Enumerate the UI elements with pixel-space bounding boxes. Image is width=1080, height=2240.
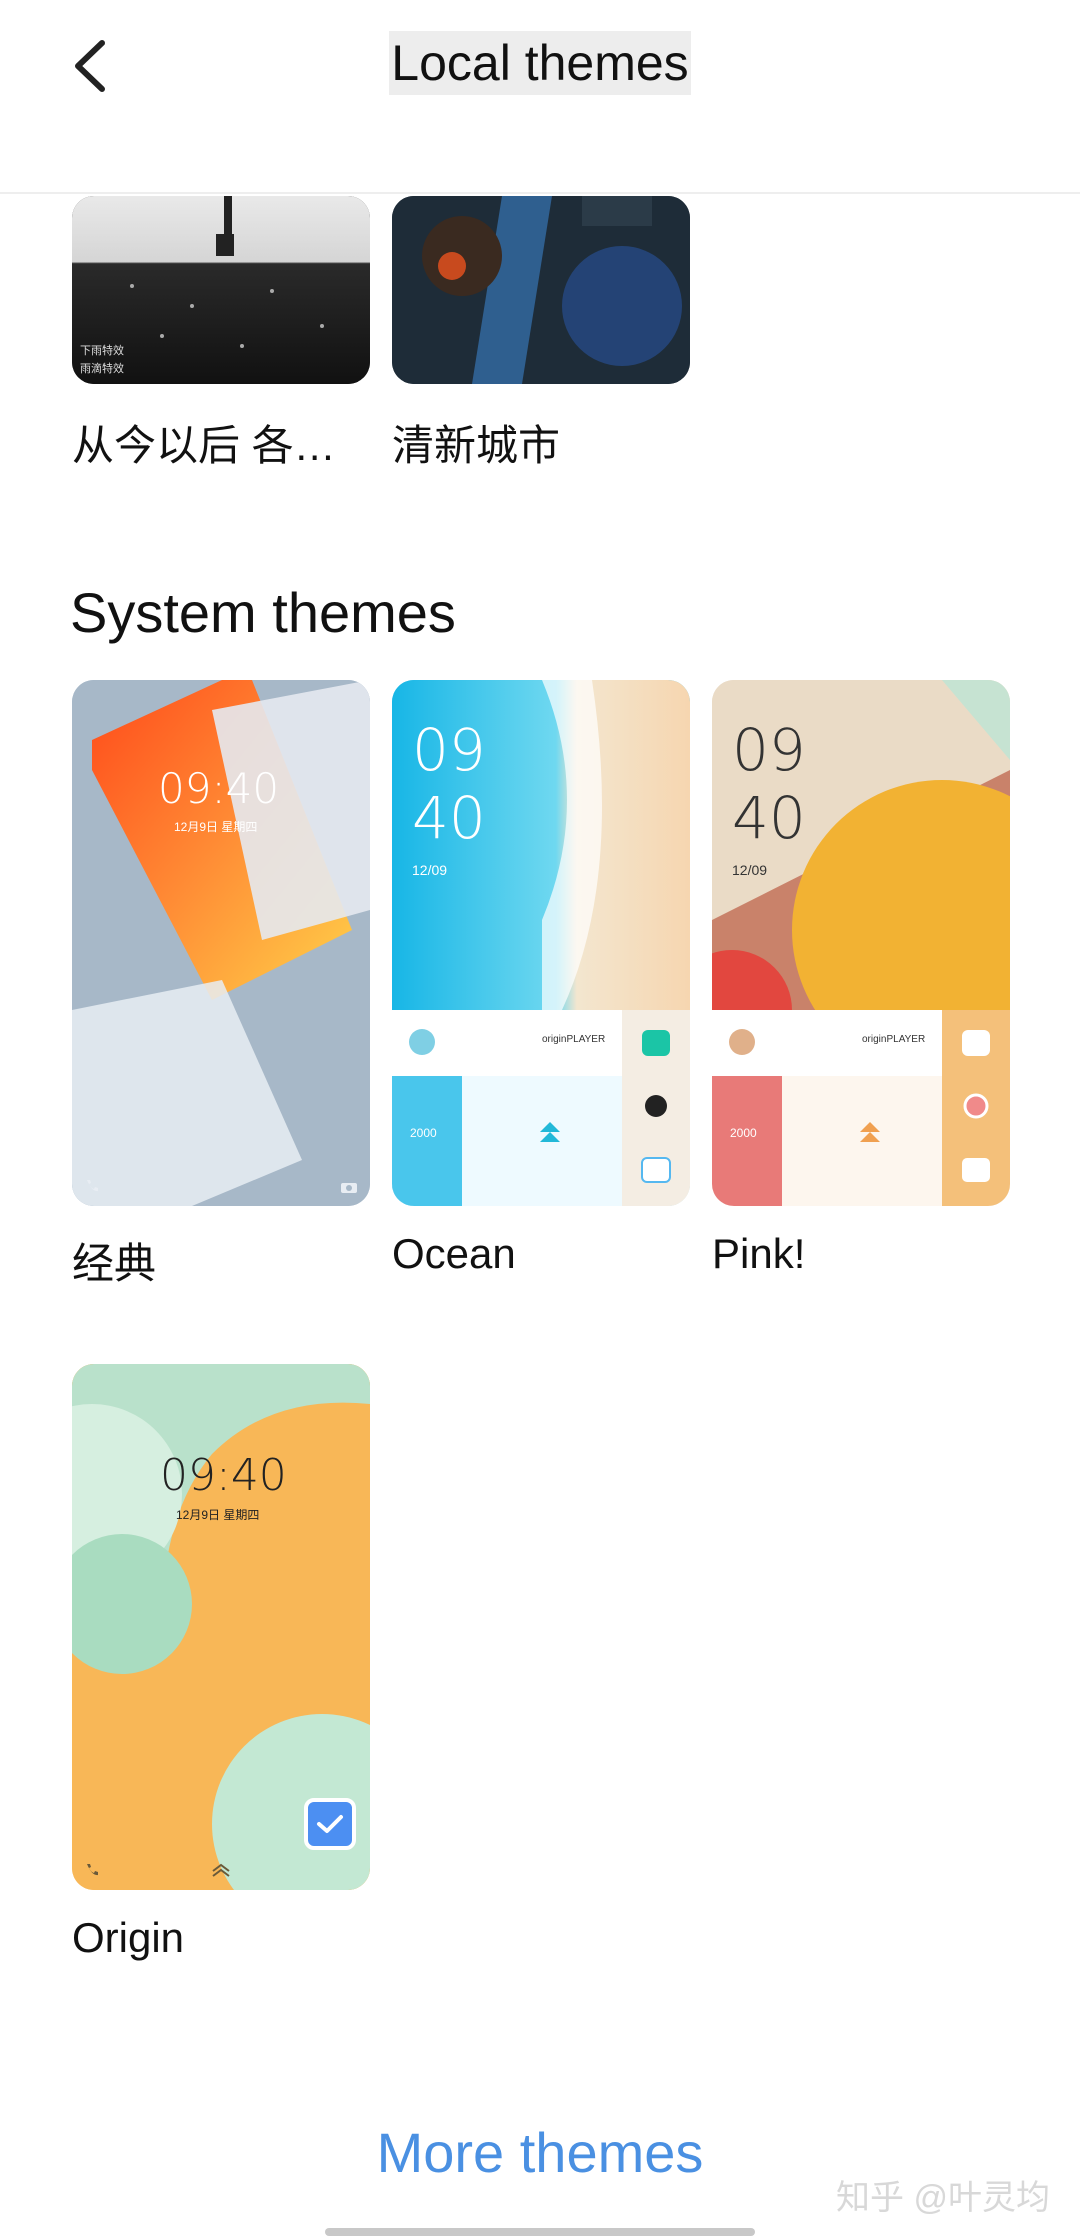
effect-line-1: 下雨特效 [80,345,124,357]
system-theme-label-ocean: Ocean [392,1230,516,1277]
system-theme-label-classic: 经典 [72,1240,157,1287]
lockscreen-minute: 40 [732,784,806,852]
local-theme-card-2[interactable] [392,196,690,384]
system-themes-heading: System themes [70,581,456,644]
lockscreen-time: 09:40 [158,764,280,813]
local-theme-label-1: 从今以后 各… [72,422,336,469]
music-widget-brand: originPLAYER [542,1034,606,1045]
system-theme-label-origin: Origin [72,1914,185,1961]
page-title-wrap: Local themes [0,31,1080,95]
system-theme-card-origin[interactable]: 09:40 12月9日 星期四 [72,1364,370,1890]
selected-check-badge [304,1798,356,1850]
camera-icon [341,1183,357,1193]
phone-icon [87,1180,98,1192]
lockscreen-date: 12月9日 星期四 [174,820,258,834]
lockscreen-hour: 09 [732,716,806,784]
system-theme-card-pink[interactable]: 09 40 12/09 originPLAYER 2000 [712,680,1010,1206]
local-theme-label-2: 清新城市 [392,422,561,469]
theme-thumbnail [392,196,690,384]
lockscreen-minute: 40 [412,784,486,852]
watermark: 知乎 @叶灵均 [836,2179,1050,2217]
system-theme-label-pink: Pink! [712,1230,806,1277]
lockscreen-date: 12月9日 星期四 [176,1508,260,1522]
chevron-up-icon [212,1863,230,1877]
phone-icon [87,1864,98,1876]
theme-thumbnail [72,680,370,1206]
effect-line-2: 雨滴特效 [80,363,124,375]
top-app-bar: Local themes [0,0,1080,194]
lockscreen-date: 12/09 [412,862,448,878]
music-widget-brand: originPLAYER [862,1034,926,1045]
step-count: 2000 [730,1126,757,1140]
step-count: 2000 [410,1126,437,1140]
page-title: Local themes [389,31,691,95]
system-theme-card-classic[interactable]: 09:40 12月9日 星期四 [72,680,370,1206]
lockscreen-time: 09:40 [160,1450,287,1501]
system-theme-card-ocean[interactable]: 09 40 12/09 originPLAYER 2000 [392,680,690,1206]
local-theme-card-1[interactable]: 下雨特效 雨滴特效 [72,196,370,384]
lockscreen-date: 12/09 [732,862,768,878]
checkmark-icon [317,1815,343,1833]
home-indicator[interactable] [325,2228,755,2236]
lockscreen-hour: 09 [412,716,486,784]
